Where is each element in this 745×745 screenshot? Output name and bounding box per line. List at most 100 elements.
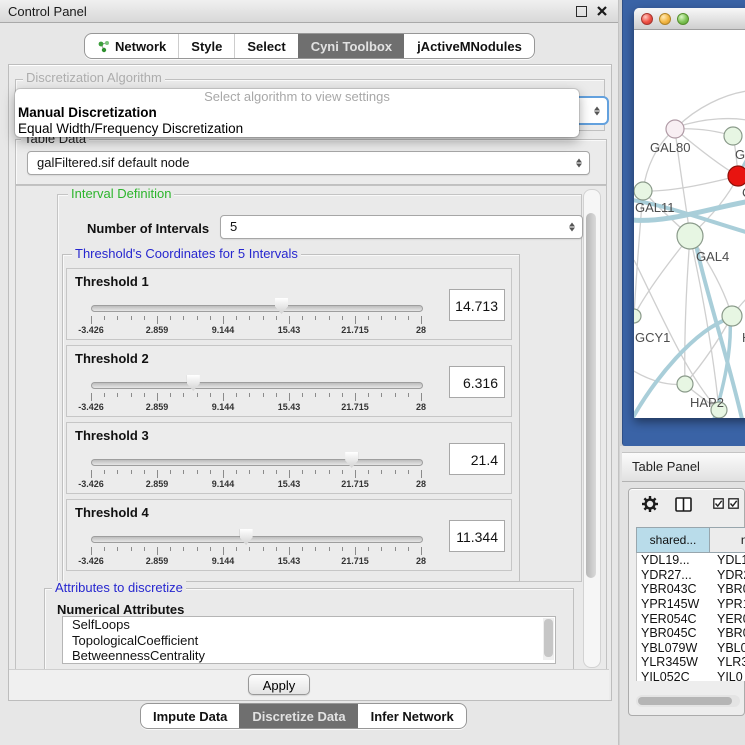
table-horizontal-scrollbar[interactable] bbox=[636, 695, 740, 707]
dropdown-placeholder[interactable]: Select algorithm to view settings bbox=[15, 89, 579, 105]
cell-shared-name[interactable]: YDR27... bbox=[637, 568, 711, 582]
minimize-traffic-light-icon[interactable] bbox=[659, 13, 671, 25]
tab-jactivemnodules[interactable]: jActiveMNodules bbox=[404, 34, 534, 58]
cell-shared-name[interactable]: YBR045C bbox=[637, 626, 711, 640]
column-header-name[interactable]: na bbox=[710, 527, 745, 553]
column-header-shared-name[interactable]: shared... bbox=[636, 527, 710, 553]
dropdown-option-equal-width[interactable]: Equal Width/Frequency Discretization bbox=[15, 121, 579, 137]
bottom-tab-bar: Impute DataDiscretize Data Infer Network bbox=[140, 703, 467, 729]
cell-name[interactable]: YBR0 bbox=[711, 582, 745, 596]
settings-vertical-scrollbar[interactable] bbox=[583, 189, 601, 668]
network-icon bbox=[97, 40, 110, 53]
threshold-1-value-field[interactable]: 14.713 bbox=[449, 289, 505, 321]
cell-shared-name[interactable]: YLR345W bbox=[637, 655, 711, 669]
tab-cyni-toolbox[interactable]: Cyni Toolbox bbox=[298, 34, 404, 58]
svg-text:GCY1: GCY1 bbox=[635, 330, 670, 345]
attribute-item[interactable]: BetweennessCentrality bbox=[63, 648, 555, 664]
table-row[interactable]: YPR145WYPR1 bbox=[637, 597, 745, 612]
tab-style[interactable]: Style bbox=[178, 34, 234, 58]
dropdown-option-manual[interactable]: Manual Discretization bbox=[15, 105, 579, 121]
slider-ticks bbox=[91, 393, 421, 402]
table-row[interactable]: YDR27...YDR2 bbox=[637, 568, 745, 583]
table-data-combo[interactable]: galFiltered.sif default node bbox=[27, 151, 590, 175]
table-row[interactable]: YER054CYER0 bbox=[637, 611, 745, 626]
table-row[interactable]: YDL19...YDL1 bbox=[637, 553, 745, 568]
cell-name[interactable]: YIL0 bbox=[711, 670, 745, 681]
split-columns-icon[interactable] bbox=[675, 497, 692, 512]
table-row[interactable]: YBR043CYBR0 bbox=[637, 582, 745, 597]
tab-network[interactable]: Network bbox=[85, 34, 178, 58]
control-panel: Control Panel NetworkStyleSelectCyni Too… bbox=[0, 0, 619, 745]
combo-stepper-icon bbox=[576, 159, 582, 168]
cell-shared-name[interactable]: YDL19... bbox=[637, 553, 711, 567]
settings-gear-icon[interactable] bbox=[641, 495, 659, 513]
cell-shared-name[interactable]: YPR145W bbox=[637, 597, 711, 611]
zoom-traffic-light-icon[interactable] bbox=[677, 13, 689, 25]
table-header-row: shared... na bbox=[636, 527, 745, 553]
table-row[interactable]: YLR345WYLR3 bbox=[637, 655, 745, 670]
combo-stepper-icon bbox=[594, 106, 600, 115]
threshold-3-panel: Threshold 3 -3.4262.8599.14415.4321.7152… bbox=[66, 422, 512, 494]
slider-ticks bbox=[91, 470, 421, 479]
cell-shared-name[interactable]: YIL052C bbox=[637, 670, 711, 681]
cell-name[interactable]: YDR2 bbox=[711, 568, 745, 582]
threshold-2-label: Threshold 2 bbox=[75, 351, 149, 366]
threshold-4-value-field[interactable]: 11.344 bbox=[449, 520, 505, 552]
table-panel-title: Table Panel bbox=[632, 459, 700, 474]
attribute-item[interactable]: TopologicalCoefficient bbox=[63, 633, 555, 649]
tab-label: Network bbox=[115, 39, 166, 54]
cell-name[interactable]: YBL0 bbox=[711, 641, 745, 655]
attribute-item[interactable]: SelfLoops bbox=[63, 617, 555, 633]
tab-label: Style bbox=[191, 39, 222, 54]
cell-shared-name[interactable]: YER054C bbox=[637, 612, 711, 626]
top-tab-bar: Network Style SelectCyni ToolboxjActiveMNo… bbox=[84, 33, 535, 59]
close-icon[interactable] bbox=[596, 5, 608, 17]
node-h bbox=[722, 306, 742, 326]
slider-tick-labels: -3.4262.8599.14415.4321.71528 bbox=[91, 402, 421, 412]
cell-name[interactable]: YBR0 bbox=[711, 626, 745, 640]
cell-name[interactable]: YDL1 bbox=[711, 553, 745, 567]
tab-impute-data[interactable]: Impute Data bbox=[141, 704, 239, 728]
threshold-2-slider-track[interactable] bbox=[91, 382, 423, 389]
node-top-right bbox=[724, 127, 742, 145]
threshold-3-value-field[interactable]: 21.4 bbox=[449, 443, 505, 475]
tab-infer-network[interactable]: Infer Network bbox=[358, 704, 466, 728]
tab-label: Infer Network bbox=[371, 709, 454, 724]
threshold-1-slider-track[interactable] bbox=[91, 305, 423, 312]
slider-tick-labels: -3.4262.8599.14415.4321.71528 bbox=[91, 325, 421, 335]
combo-stepper-icon bbox=[569, 223, 575, 232]
cell-shared-name[interactable]: YBR043C bbox=[637, 582, 711, 596]
tab-select[interactable]: Select bbox=[234, 34, 297, 58]
node-red-selected bbox=[728, 166, 745, 186]
table-row[interactable]: YBL079WYBL0 bbox=[637, 641, 745, 656]
network-highlight-edges bbox=[634, 142, 745, 418]
apply-button[interactable]: Apply bbox=[248, 674, 310, 695]
table-row[interactable]: YBR045CYBR0 bbox=[637, 626, 745, 641]
threshold-1-label: Threshold 1 bbox=[75, 274, 149, 289]
threshold-3-label: Threshold 3 bbox=[75, 428, 149, 443]
cell-name[interactable]: YPR1 bbox=[711, 597, 745, 611]
threshold-4-label: Threshold 4 bbox=[75, 505, 149, 520]
select-all-checkbox-icon[interactable] bbox=[713, 498, 724, 509]
list-scrollbar[interactable] bbox=[543, 618, 554, 660]
number-of-intervals-combo[interactable]: 5 bbox=[220, 215, 583, 239]
float-window-icon[interactable] bbox=[576, 6, 587, 17]
cyni-toolbox-panel: Discretization Algorithm Select algorith… bbox=[8, 64, 612, 701]
cell-name[interactable]: YLR3 bbox=[711, 655, 745, 669]
tab-discretize-data[interactable]: Discretize Data bbox=[239, 704, 357, 728]
table-data-value: galFiltered.sif default node bbox=[37, 155, 189, 170]
svg-text:GA: GA bbox=[735, 147, 745, 162]
threshold-2-value-field[interactable]: 6.316 bbox=[449, 366, 505, 398]
threshold-4-slider-track[interactable] bbox=[91, 536, 423, 543]
numerical-attributes-list[interactable]: SelfLoopsTopologicalCoefficientBetweenne… bbox=[62, 616, 556, 664]
cell-shared-name[interactable]: YBL079W bbox=[637, 641, 711, 655]
close-traffic-light-icon[interactable] bbox=[641, 13, 653, 25]
cell-name[interactable]: YER0 bbox=[711, 612, 745, 626]
table-row[interactable]: YIL052CYIL0 bbox=[637, 670, 745, 681]
thresholds-group-title: Threshold's Coordinates for 5 Intervals bbox=[72, 247, 301, 261]
threshold-3-slider-track[interactable] bbox=[91, 459, 423, 466]
network-canvas[interactable]: GAL80 GA C GAL11 GAL4 GCY1 H HAP2 bbox=[634, 30, 745, 418]
numerical-attributes-label: Numerical Attributes bbox=[57, 602, 184, 617]
threshold-1-panel: Threshold 1 -3.4262.8599.14415.4321.7152… bbox=[66, 268, 512, 340]
select-column-checkbox-icon[interactable] bbox=[728, 498, 739, 509]
